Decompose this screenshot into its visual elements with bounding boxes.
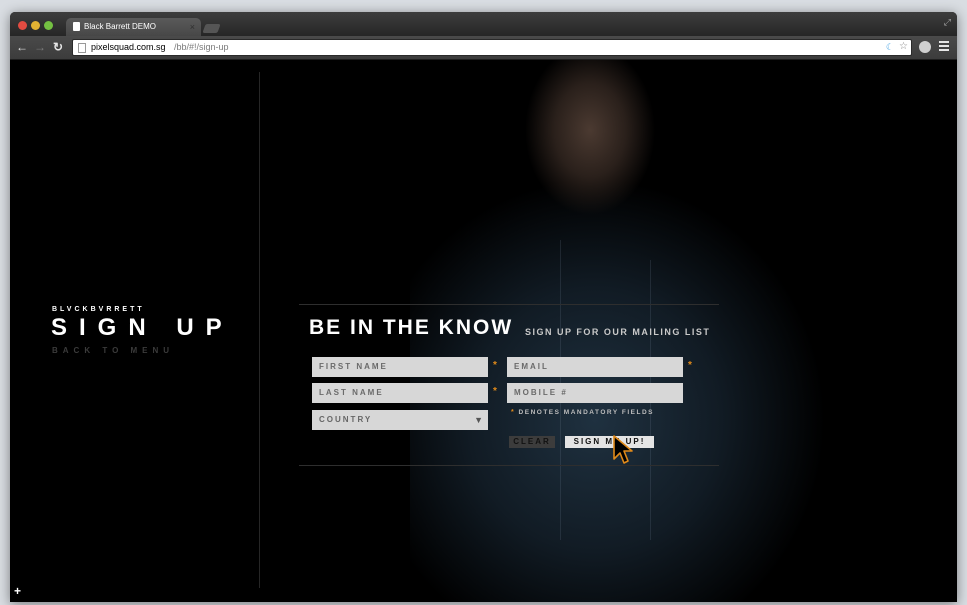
tab-black-barrett-demo[interactable]: Black Barrett DEMO × [66,18,201,36]
back-to-menu-link[interactable]: BACK TO MENU [52,346,174,355]
new-tab-button[interactable] [202,24,221,33]
email-input[interactable] [507,357,683,377]
form-divider-bottom [299,465,719,466]
star-icon[interactable]: ☆ [899,39,908,54]
back-icon[interactable]: ← [16,40,28,54]
reload-icon[interactable]: ↻ [53,40,63,54]
close-window-button[interactable] [18,21,27,30]
extension-icon[interactable] [919,41,931,53]
url-path: /bb/#!/sign-up [174,42,229,52]
plus-icon[interactable]: + [14,584,21,598]
dropdown-arrow-icon: ▼ [474,415,483,425]
tab-strip: Black Barrett DEMO × ⤢ [10,12,957,36]
vertical-divider [259,72,260,588]
browser-toolbar: ← → ↻ pixelsquad.com.sg /bb/#!/sign-up ☾… [10,36,957,60]
form-divider-top [299,304,719,305]
fullscreen-icon[interactable]: ⤢ [944,17,951,28]
mandatory-note-text: DENOTES MANDATORY FIELDS [518,409,654,416]
zoom-window-button[interactable] [44,21,53,30]
mouse-cursor-icon [613,435,633,464]
form-subheading: SIGN UP FOR OUR MAILING LIST [525,327,711,337]
country-select[interactable]: COUNTRY ▼ [312,410,488,430]
document-icon [78,43,86,53]
address-bar[interactable]: pixelsquad.com.sg /bb/#!/sign-up ☾ ☆ [72,39,912,56]
required-marker: * [493,360,497,371]
sign-up-button[interactable]: SIGN ME UP! [565,436,654,448]
required-marker: * [688,360,692,371]
tab-title: Black Barrett DEMO [84,22,157,31]
brand-logo: BLVCKBVRRETT [52,306,145,313]
clear-button[interactable]: CLEAR [509,436,555,448]
moon-icon[interactable]: ☾ [886,40,894,55]
forward-icon[interactable]: → [34,40,46,54]
url-host: pixelsquad.com.sg [91,42,166,52]
page-content: BLVCKBVRRETT SIGN UP BACK TO MENU BE IN … [10,60,957,602]
page-title: SIGN UP [51,314,234,341]
country-selected-value: COUNTRY [319,415,373,424]
page-icon [73,22,80,31]
required-marker: * [511,409,516,416]
tab-close-icon[interactable]: × [190,18,195,36]
mobile-input[interactable] [507,383,683,403]
menu-icon[interactable] [939,41,949,53]
mandatory-note: * DENOTES MANDATORY FIELDS [511,409,654,416]
browser-window: Black Barrett DEMO × ⤢ ← → ↻ pixelsquad.… [10,12,957,602]
last-name-input[interactable] [312,383,488,403]
minimize-window-button[interactable] [31,21,40,30]
required-marker: * [493,386,497,397]
first-name-input[interactable] [312,357,488,377]
form-heading: BE IN THE KNOW [309,316,514,339]
